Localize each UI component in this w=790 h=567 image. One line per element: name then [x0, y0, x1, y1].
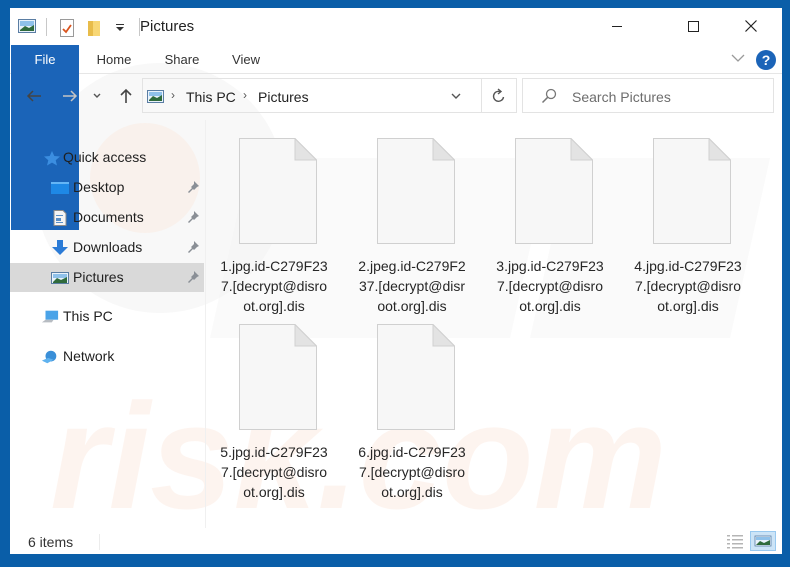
- pictures-icon: [51, 272, 69, 284]
- quick-access-star-icon: [44, 151, 60, 166]
- nav-label: Desktop: [73, 179, 125, 195]
- large-icons-view-button[interactable]: [750, 531, 776, 551]
- file-name: 2.jpeg.id-C279F2 37.[decrypt@disr oot.org]…: [358, 258, 466, 314]
- address-bar[interactable]: › This PC › Pictures: [142, 78, 482, 113]
- address-history-dropdown-icon[interactable]: [449, 89, 463, 103]
- file-item[interactable]: 5.jpg.id-C279F23 7.[decrypt@disro ot.org].…: [209, 316, 339, 501]
- up-arrow-icon: [120, 88, 132, 103]
- network-icon: [41, 350, 57, 364]
- recent-locations-button[interactable]: [90, 86, 104, 106]
- pictures-app-icon: [18, 19, 36, 35]
- nav-network[interactable]: Network: [10, 342, 204, 371]
- generic-file-icon: [239, 324, 317, 430]
- file-list: 1.jpg.id-C279F23 7.[decrypt@disro ot.org].…: [207, 120, 782, 528]
- generic-file-icon: [653, 138, 731, 244]
- title-bar: Pictures: [10, 8, 782, 46]
- forward-button[interactable]: [60, 86, 80, 106]
- nav-quick-access[interactable]: Quick access: [10, 143, 204, 172]
- file-name: 1.jpg.id-C279F23 7.[decrypt@disro ot.org].…: [220, 258, 328, 314]
- minimize-icon: [612, 25, 622, 27]
- up-button[interactable]: [116, 86, 136, 106]
- status-bar: 6 items: [10, 530, 782, 554]
- ribbon-tabs: File Home Share View ?: [10, 45, 782, 230]
- minimize-button[interactable]: [594, 8, 640, 44]
- quick-access-toolbar: [18, 18, 152, 37]
- file-name: 6.jpg.id-C279F23 7.[decrypt@disro ot.org].…: [358, 444, 466, 500]
- search-icon: [541, 88, 557, 104]
- nav-label: This PC: [63, 308, 113, 324]
- nav-this-pc[interactable]: This PC: [10, 302, 204, 331]
- large-icons-view-icon: [754, 535, 772, 547]
- window-title: Pictures: [140, 18, 195, 35]
- this-pc-icon: [41, 310, 59, 323]
- pictures-location-icon: [147, 90, 164, 103]
- refresh-button[interactable]: [482, 78, 517, 113]
- file-name: 3.jpg.id-C279F23 7.[decrypt@disro ot.org].…: [496, 258, 604, 314]
- nav-label: Downloads: [73, 239, 143, 255]
- generic-file-icon: [377, 138, 455, 244]
- nav-pictures[interactable]: Pictures: [10, 263, 204, 292]
- nav-label: Quick access: [63, 149, 147, 165]
- breadcrumb-separator-icon: ›: [171, 88, 175, 102]
- file-name: 4.jpg.id-C279F23 7.[decrypt@disro ot.org].…: [634, 258, 742, 314]
- details-view-button[interactable]: [724, 531, 746, 551]
- navigation-pane: Quick access Desktop Documents Downloads…: [10, 120, 206, 528]
- toolbar-separator: [46, 18, 47, 36]
- pin-icon[interactable]: [186, 270, 200, 284]
- expand-ribbon-icon[interactable]: [730, 51, 746, 65]
- help-button[interactable]: ?: [756, 50, 776, 70]
- pin-icon[interactable]: [186, 180, 200, 194]
- refresh-icon: [492, 87, 505, 102]
- new-folder-icon[interactable]: [87, 19, 105, 36]
- item-count: 6 items: [28, 534, 74, 550]
- generic-file-icon: [239, 138, 317, 244]
- nav-label: Network: [63, 348, 115, 364]
- generic-file-icon: [515, 138, 593, 244]
- nav-label: Pictures: [73, 269, 124, 285]
- close-button[interactable]: [728, 8, 774, 44]
- downloads-icon: [52, 240, 68, 255]
- file-name: 5.jpg.id-C279F23 7.[decrypt@disro ot.org].…: [220, 444, 328, 500]
- explorer-window: risk.com Pictures File Home Share View ?…: [10, 8, 782, 554]
- breadcrumb-this-pc[interactable]: This PC: [186, 89, 236, 105]
- customize-toolbar-dropdown-icon[interactable]: [115, 19, 125, 35]
- properties-icon[interactable]: [59, 19, 77, 37]
- file-item[interactable]: 3.jpg.id-C279F23 7.[decrypt@disro ot.org].…: [485, 130, 615, 315]
- maximize-icon: [687, 20, 699, 32]
- file-item[interactable]: 2.jpeg.id-C279F2 37.[decrypt@disr oot.org]…: [347, 130, 477, 315]
- file-item[interactable]: 4.jpg.id-C279F23 7.[decrypt@disro ot.org].…: [623, 130, 753, 315]
- chevron-down-icon: [93, 93, 101, 98]
- pin-icon[interactable]: [186, 240, 200, 254]
- desktop-icon: [51, 182, 69, 194]
- back-arrow-icon: [26, 90, 41, 102]
- tab-home[interactable]: Home: [84, 45, 144, 74]
- breadcrumb-pictures[interactable]: Pictures: [258, 89, 309, 105]
- forward-arrow-icon: [63, 90, 78, 102]
- tab-share[interactable]: Share: [154, 45, 210, 74]
- search-box[interactable]: Search Pictures: [522, 78, 774, 113]
- nav-downloads[interactable]: Downloads: [10, 233, 204, 262]
- close-icon: [745, 20, 757, 32]
- pin-icon[interactable]: [186, 210, 200, 224]
- nav-documents[interactable]: Documents: [10, 203, 204, 232]
- file-item[interactable]: 6.jpg.id-C279F23 7.[decrypt@disro ot.org].…: [347, 316, 477, 501]
- nav-label: Documents: [73, 209, 144, 225]
- documents-icon: [53, 210, 67, 226]
- back-button[interactable]: [24, 86, 44, 106]
- tab-view[interactable]: View: [220, 45, 272, 74]
- search-placeholder: Search Pictures: [572, 89, 671, 105]
- generic-file-icon: [377, 324, 455, 430]
- file-item[interactable]: 1.jpg.id-C279F23 7.[decrypt@disro ot.org].…: [209, 130, 339, 315]
- breadcrumb-separator-icon: ›: [243, 88, 247, 102]
- details-view-icon: [727, 535, 743, 549]
- nav-desktop[interactable]: Desktop: [10, 173, 204, 202]
- status-divider: [99, 534, 100, 550]
- maximize-button[interactable]: [670, 8, 716, 44]
